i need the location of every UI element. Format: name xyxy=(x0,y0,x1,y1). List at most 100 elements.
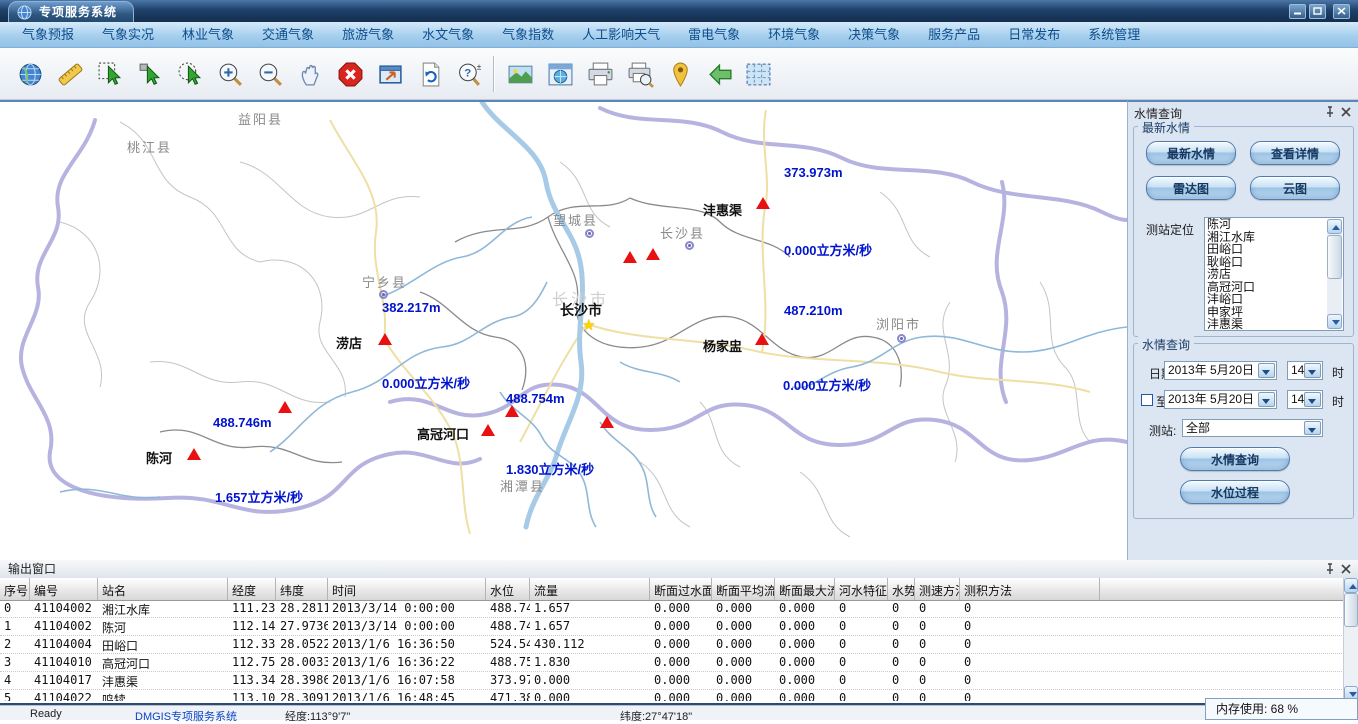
tool-export-image-button[interactable] xyxy=(502,57,538,93)
station-list-item[interactable]: 田峪口 xyxy=(1205,243,1343,256)
tool-print-button[interactable] xyxy=(582,57,618,93)
menu-item-11[interactable]: 服务产品 xyxy=(914,22,994,47)
tool-identify-button[interactable]: ? ± xyxy=(452,57,488,93)
tool-select-features-button[interactable] xyxy=(92,57,128,93)
table-body[interactable]: 041104002湘江水库111.23000028.2811112013/3/1… xyxy=(0,600,1344,701)
column-header[interactable]: 测积方法 xyxy=(960,578,1100,600)
minimize-button[interactable] xyxy=(1289,4,1306,19)
table-row[interactable]: 541104022鸣犊113.10944428.3091672013/1/6 1… xyxy=(0,690,1344,701)
station-marker-icon[interactable] xyxy=(755,333,769,345)
column-header[interactable]: 断面平均流 xyxy=(712,578,775,600)
scroll-down-icon[interactable] xyxy=(1327,314,1342,329)
table-row[interactable]: 441104017沣惠渠113.34527828.3986112013/1/6 … xyxy=(0,672,1344,690)
pin-icon[interactable] xyxy=(1324,563,1336,575)
maximize-button[interactable] xyxy=(1309,4,1326,19)
column-header[interactable]: 时间 xyxy=(328,578,486,600)
station-list-item[interactable]: 涝店 xyxy=(1205,268,1343,281)
column-header[interactable]: 经度 xyxy=(228,578,276,600)
tool-zoom-in-button[interactable] xyxy=(212,57,248,93)
chevron-down-icon[interactable] xyxy=(1304,392,1321,407)
tool-select-element-button[interactable] xyxy=(132,57,168,93)
tool-overview-window-button[interactable] xyxy=(542,57,578,93)
table-row[interactable]: 341104010高冠河口112.75722228.0033332013/1/6… xyxy=(0,654,1344,672)
water-query-button[interactable]: 水情查询 xyxy=(1180,447,1290,471)
column-header[interactable]: 纬度 xyxy=(276,578,328,600)
cloud-image-button[interactable]: 云图 xyxy=(1250,176,1340,200)
station-combo[interactable]: 全部 xyxy=(1182,419,1323,437)
map-canvas[interactable]: 益阳县桃江县宁乡县望城县长沙县浏阳市湘潭县长沙市长沙市涝店陈河高冠河口沣惠渠杨家… xyxy=(0,100,1127,560)
tool-full-extent-button[interactable] xyxy=(372,57,408,93)
table-row[interactable]: 141104002陈河112.14777827.9736112013/3/14 … xyxy=(0,618,1344,636)
tool-select-circle-button[interactable] xyxy=(172,57,208,93)
latest-water-button[interactable]: 最新水情 xyxy=(1146,141,1236,165)
scroll-up-icon[interactable] xyxy=(1344,578,1358,593)
scroll-thumb[interactable] xyxy=(1344,593,1358,627)
scroll-thumb[interactable] xyxy=(1327,235,1342,279)
menu-item-9[interactable]: 环境气象 xyxy=(754,22,834,47)
menu-item-5[interactable]: 水文气象 xyxy=(408,22,488,47)
radar-chart-button[interactable]: 雷达图 xyxy=(1146,176,1236,200)
station-marker-icon[interactable] xyxy=(278,401,292,413)
menu-item-7[interactable]: 人工影响天气 xyxy=(568,22,674,47)
column-header[interactable]: 站名 xyxy=(98,578,228,600)
tool-zoom-out-button[interactable] xyxy=(252,57,288,93)
water-level-process-button[interactable]: 水位过程 xyxy=(1180,480,1290,504)
table-row[interactable]: 041104002湘江水库111.23000028.2811112013/3/1… xyxy=(0,600,1344,618)
menu-item-0[interactable]: 气象预报 xyxy=(8,22,88,47)
menu-item-12[interactable]: 日常发布 xyxy=(994,22,1074,47)
column-header[interactable]: 编号 xyxy=(30,578,98,600)
end-hour-combo[interactable]: 14 xyxy=(1287,390,1323,409)
table-scrollbar[interactable] xyxy=(1343,578,1358,701)
station-marker-icon[interactable] xyxy=(646,248,660,260)
tool-refresh-button[interactable] xyxy=(412,57,448,93)
pin-icon[interactable] xyxy=(1324,106,1336,118)
column-header[interactable]: 河水特征码 xyxy=(835,578,888,600)
station-list-item[interactable]: 陈河 xyxy=(1205,218,1343,231)
tool-print-preview-button[interactable] xyxy=(622,57,658,93)
scroll-up-icon[interactable] xyxy=(1327,219,1342,234)
tool-locate-pin-button[interactable] xyxy=(662,57,698,93)
chevron-down-icon[interactable] xyxy=(1258,392,1275,407)
chevron-down-icon[interactable] xyxy=(1304,363,1321,378)
menu-item-8[interactable]: 雷电气象 xyxy=(674,22,754,47)
output-close-icon[interactable] xyxy=(1340,563,1352,575)
tool-globe-button[interactable] xyxy=(12,57,48,93)
panel-close-icon[interactable] xyxy=(1340,106,1352,118)
station-marker-icon[interactable] xyxy=(600,416,614,428)
station-marker-icon[interactable] xyxy=(481,424,495,436)
end-date-combo[interactable]: 2013年 5月20日 xyxy=(1164,390,1277,409)
column-header[interactable]: 断面过水面 xyxy=(650,578,712,600)
column-header[interactable]: 测速方法 xyxy=(915,578,960,600)
station-marker-icon[interactable] xyxy=(187,448,201,460)
column-header[interactable]: 断面最大流 xyxy=(775,578,835,600)
station-list-item[interactable]: 沣惠渠 xyxy=(1205,318,1343,331)
menu-item-4[interactable]: 旅游气象 xyxy=(328,22,408,47)
menu-item-6[interactable]: 气象指数 xyxy=(488,22,568,47)
date-combo[interactable]: 2013年 5月20日 xyxy=(1164,361,1277,380)
station-list-item[interactable]: 沣峪口 xyxy=(1205,293,1343,306)
hour-combo[interactable]: 14 xyxy=(1287,361,1323,380)
menu-item-2[interactable]: 林业气象 xyxy=(168,22,248,47)
station-listbox[interactable]: 陈河湘江水库田峪口耿峪口涝店高冠河口沣峪口申家坪沣惠渠 xyxy=(1204,217,1344,331)
menu-item-13[interactable]: 系统管理 xyxy=(1074,22,1154,47)
menu-item-1[interactable]: 气象实况 xyxy=(88,22,168,47)
column-header[interactable]: 水势 xyxy=(888,578,915,600)
column-header[interactable]: 序号 xyxy=(0,578,30,600)
listbox-scrollbar[interactable] xyxy=(1327,219,1342,329)
station-marker-icon[interactable] xyxy=(505,405,519,417)
to-checkbox[interactable] xyxy=(1141,394,1153,406)
tool-measure-button[interactable] xyxy=(52,57,88,93)
column-header[interactable]: 流量 xyxy=(530,578,650,600)
chevron-down-icon[interactable] xyxy=(1304,421,1321,435)
tool-back-button[interactable] xyxy=(702,57,738,93)
station-marker-icon[interactable] xyxy=(756,197,770,209)
table-row[interactable]: 241104004田峪口112.33916728.0522222013/1/6 … xyxy=(0,636,1344,654)
column-header[interactable]: 水位 xyxy=(486,578,530,600)
tool-stop-button[interactable] xyxy=(332,57,368,93)
tool-pan-button[interactable] xyxy=(292,57,328,93)
tool-grid-map-button[interactable] xyxy=(740,57,776,93)
station-marker-icon[interactable] xyxy=(623,251,637,263)
window-title-tab[interactable]: 专项服务系统 xyxy=(8,1,134,23)
close-button[interactable] xyxy=(1333,4,1350,19)
station-marker-icon[interactable] xyxy=(378,333,392,345)
